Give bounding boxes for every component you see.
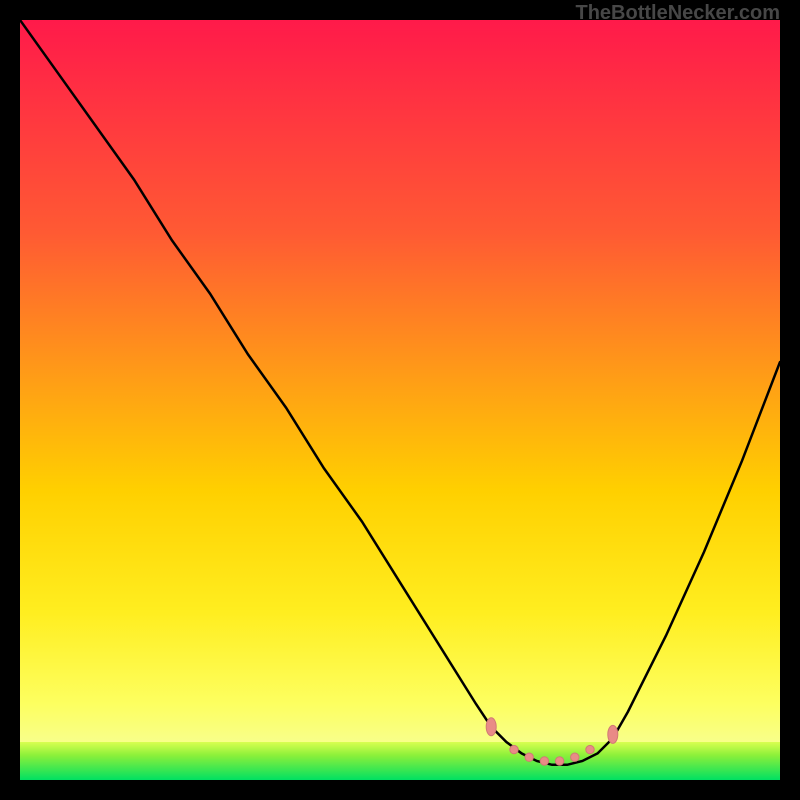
optimal-marker xyxy=(525,753,533,761)
optimal-marker xyxy=(510,745,518,753)
optimal-marker xyxy=(586,745,594,753)
optimal-marker xyxy=(555,757,563,765)
optimal-marker xyxy=(608,725,618,743)
optimal-marker xyxy=(486,718,496,736)
plot-area xyxy=(20,20,780,780)
optimal-marker xyxy=(571,753,579,761)
optimal-marker xyxy=(540,757,548,765)
watermark-text: TheBottleNecker.com xyxy=(575,2,780,25)
chart-frame: TheBottleNecker.com xyxy=(0,0,800,800)
chart-svg xyxy=(20,20,780,780)
